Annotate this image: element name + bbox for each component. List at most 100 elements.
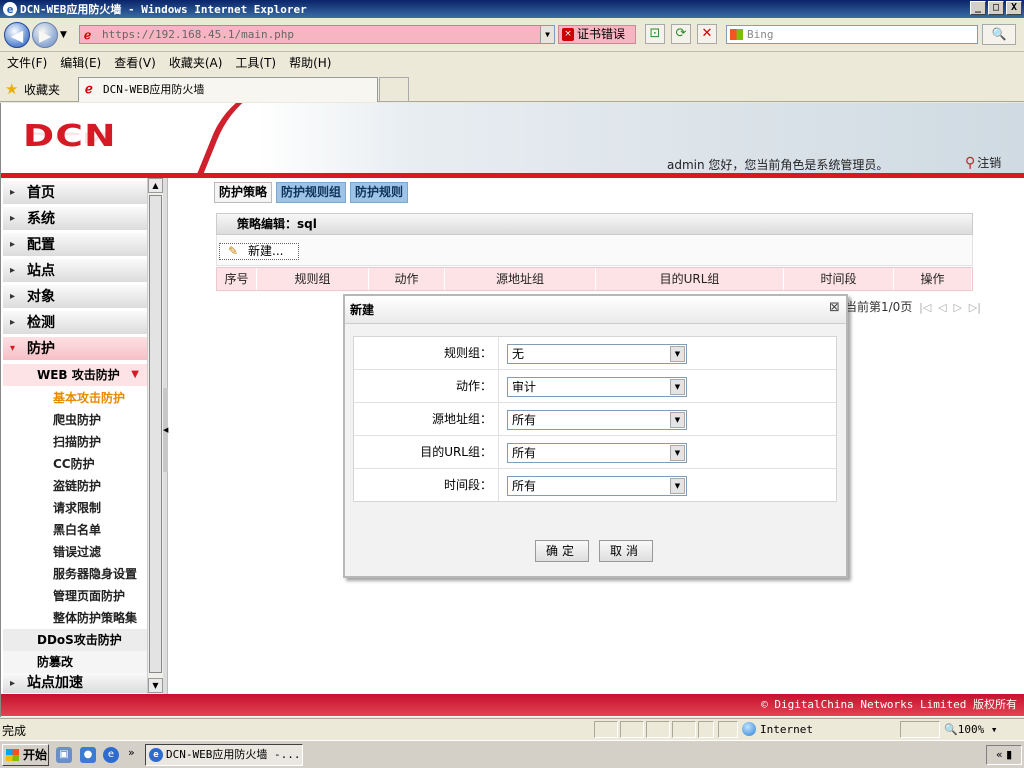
menu-file[interactable]: 文件(F) <box>7 53 47 73</box>
search-button[interactable]: 🔍 <box>982 24 1016 45</box>
forward-button[interactable]: ▶ <box>32 22 58 48</box>
certificate-error-label: 证书错误 <box>577 27 626 41</box>
dest-url-group-value: 所有 <box>512 446 537 460</box>
start-button[interactable]: 开始 <box>2 744 49 766</box>
address-dropdown-icon[interactable]: ▼ <box>540 26 554 43</box>
protected-mode-icon[interactable] <box>900 721 940 738</box>
close-window-button[interactable]: X <box>1006 1 1022 15</box>
minimize-button[interactable]: _ <box>970 1 986 15</box>
sidebar-item-system[interactable]: 系统 <box>3 207 147 231</box>
sidebar-sub-admin-page[interactable]: 管理页面防护 <box>53 587 125 604</box>
action-select[interactable]: 审计 ▼ <box>507 377 687 397</box>
sidebar-anti-tamper[interactable]: 防篡改 <box>3 651 147 673</box>
history-dropdown-icon[interactable]: ▼ <box>60 30 67 40</box>
dialog-title: 新建 <box>345 296 846 324</box>
ok-button[interactable]: 确定 <box>535 540 589 562</box>
refresh-icon[interactable]: ⟳ <box>671 24 691 44</box>
sidebar-sub-blackwhite[interactable]: 黑白名单 <box>53 521 101 538</box>
menu-edit[interactable]: 编辑(E) <box>60 53 101 73</box>
form-row: 目的URL组： 所有 ▼ <box>354 436 836 469</box>
maximize-button[interactable]: □ <box>988 1 1004 15</box>
sidebar-item-object[interactable]: 对象 <box>3 285 147 309</box>
chevron-down-icon: ▼ <box>670 478 685 494</box>
sidebar-item-acceleration[interactable]: 站点加速 <box>3 673 147 694</box>
cancel-button[interactable]: 取消 <box>599 540 653 562</box>
first-page-icon[interactable]: |◁ <box>919 301 931 314</box>
sidebar-item-config[interactable]: 配置 <box>3 233 147 257</box>
search-input[interactable]: Bing <box>726 25 978 44</box>
sidebar-sub-basic-attack[interactable]: 基本攻击防护 <box>53 389 125 406</box>
sidebar-sub-crawler[interactable]: 爬虫防护 <box>53 411 101 428</box>
edit-pencil-icon: ✎ <box>228 244 239 258</box>
quicklaunch-more-icon[interactable]: » <box>128 746 135 759</box>
dialog-form: 规则组： 无 ▼ 动作： 审计 ▼ 源地址组： 所有 ▼ 目的URL组： 所有 … <box>353 336 837 502</box>
sidebar-sub-policy-set[interactable]: 整体防护策略集 <box>53 609 137 626</box>
last-page-icon[interactable]: ▷| <box>969 301 981 314</box>
new-tab-button[interactable] <box>379 77 409 102</box>
dialog-close-icon[interactable]: ⊠ <box>828 301 841 315</box>
tab-protect-policy[interactable]: 防护策略 <box>214 182 273 203</box>
sidebar-item-home[interactable]: 首页 <box>3 181 147 205</box>
source-group-select[interactable]: 所有 ▼ <box>507 410 687 430</box>
source-group-value: 所有 <box>512 413 537 427</box>
logout-link[interactable]: ⚲ 注销 <box>965 154 1001 171</box>
time-range-select[interactable]: 所有 ▼ <box>507 476 687 496</box>
certificate-error-button[interactable]: × 证书错误 <box>558 25 636 44</box>
panel-toolbar: ✎ 新建... <box>216 235 973 266</box>
tab-ie-icon: ℯ <box>85 82 93 97</box>
collapse-arrow-icon[interactable]: ◀ <box>163 388 168 472</box>
chevron-down-icon: ▼ <box>670 379 685 395</box>
windows-logo-icon <box>6 749 19 761</box>
menu-favorites[interactable]: 收藏夹(A) <box>169 53 223 73</box>
quicklaunch-ie-icon[interactable]: e <box>103 747 119 763</box>
browser-tab[interactable]: ℯ DCN-WEB应用防火墙 <box>78 77 378 102</box>
start-label: 开始 <box>23 748 48 762</box>
sidebar-sub-scan[interactable]: 扫描防护 <box>53 433 101 450</box>
frame-splitter[interactable]: ◀ <box>163 178 168 694</box>
pager-text: 当前第1/0页 <box>845 300 913 314</box>
sidebar-item-site[interactable]: 站点 <box>3 259 147 283</box>
system-tray[interactable]: « ▮ <box>986 745 1022 765</box>
tab-rule-group[interactable]: 防护规则组 <box>276 182 347 203</box>
sidebar-sub-hotlink[interactable]: 盗链防护 <box>53 477 101 494</box>
quicklaunch-app-icon[interactable]: ● <box>80 747 96 763</box>
back-button[interactable]: ◀ <box>4 22 30 48</box>
user-info: admin 您好，您当前角色是系统管理员。 <box>667 158 889 172</box>
menu-help[interactable]: 帮助(H) <box>289 53 331 73</box>
sidebar-scrollbar[interactable]: ▲ ▼ <box>147 178 163 694</box>
scroll-thumb[interactable] <box>149 195 162 673</box>
sidebar-item-protect[interactable]: 防护 <box>3 337 147 361</box>
col-action: 动作 <box>369 268 445 290</box>
security-zone[interactable]: Internet <box>740 721 813 738</box>
taskbar-ie-window[interactable]: e DCN-WEB应用防火墙 -... <box>145 744 303 766</box>
favorites-star-icon[interactable]: ★ <box>5 80 18 98</box>
table-header: 序号 规则组 动作 源地址组 目的URL组 时间段 操作 <box>216 267 973 291</box>
menu-tools[interactable]: 工具(T) <box>235 53 276 73</box>
sidebar-sub-server-stealth[interactable]: 服务器隐身设置 <box>53 565 137 582</box>
favorites-button[interactable]: 收藏夹 <box>24 81 60 98</box>
next-page-icon[interactable]: ▷ <box>953 301 961 314</box>
rule-group-select[interactable]: 无 ▼ <box>507 344 687 364</box>
new-button[interactable]: ✎ 新建... <box>219 243 299 260</box>
sidebar-sub-request-limit[interactable]: 请求限制 <box>53 499 101 516</box>
page-footer: © DigitalChina Networks Limited 版权所有 <box>1 694 1024 716</box>
compatibility-icon[interactable]: ⊡ <box>645 24 665 44</box>
zoom-control[interactable]: 🔍100% ▾ <box>944 721 997 738</box>
menu-view[interactable]: 查看(V) <box>114 53 156 73</box>
logout-label: 注销 <box>977 156 1002 170</box>
sidebar-sub-cc[interactable]: CC防护 <box>53 455 95 472</box>
address-input[interactable]: ℯ https://192.168.45.1/main.php ▼ <box>79 25 555 44</box>
scroll-up-icon[interactable]: ▲ <box>148 178 163 193</box>
time-range-value: 所有 <box>512 479 537 493</box>
prev-page-icon[interactable]: ◁ <box>938 301 946 314</box>
tab-rules[interactable]: 防护规则 <box>350 182 409 203</box>
sidebar-ddos-protect[interactable]: DDoS攻击防护 <box>3 629 147 651</box>
sidebar-web-attack-protect[interactable]: WEB 攻击防护 ▼ <box>3 364 147 386</box>
show-desktop-icon[interactable]: ▣ <box>56 747 72 763</box>
stop-icon[interactable]: ✕ <box>697 24 717 44</box>
scroll-down-icon[interactable]: ▼ <box>148 678 163 693</box>
sidebar-item-detect[interactable]: 检测 <box>3 311 147 335</box>
sidebar-sub-error-filter[interactable]: 错误过滤 <box>53 543 101 560</box>
dest-url-group-select[interactable]: 所有 ▼ <box>507 443 687 463</box>
popup-blocked-icon[interactable] <box>718 721 738 738</box>
